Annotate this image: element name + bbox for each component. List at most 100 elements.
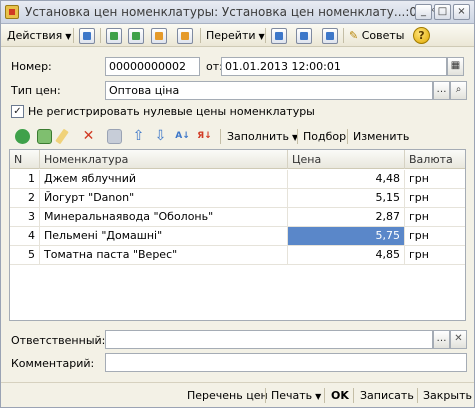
actions-menu[interactable]: Действия ▼ (7, 27, 71, 44)
goto-menu[interactable]: Перейти ▼ (206, 27, 265, 44)
column-header-item[interactable]: Номенклатура (40, 150, 288, 169)
responsible-label: Ответственный: (11, 334, 106, 347)
comment-field[interactable] (105, 353, 467, 372)
select-ellipsis-button[interactable]: … (433, 81, 450, 100)
currency-cell[interactable]: грн (405, 170, 465, 188)
table-row[interactable]: 1 Джем яблучний 4,48 грн (10, 170, 465, 189)
print-menu[interactable]: Печать ▼ (271, 387, 321, 404)
move-up-icon[interactable]: ⇧ (131, 129, 146, 144)
chevron-down-icon: ▼ (258, 32, 265, 41)
price-cell-active[interactable]: 5,75 (288, 227, 405, 245)
structure-icon[interactable] (271, 28, 287, 44)
row-number: 4 (10, 227, 40, 245)
item-cell[interactable]: Пельмені "Домашні" (40, 227, 288, 245)
item-cell[interactable]: Йогурт "Danon" (40, 189, 288, 207)
table-row[interactable]: 2 Йогурт "Danon" 5,15 грн (10, 189, 465, 208)
list-icon[interactable] (322, 28, 338, 44)
sort-ascending-icon[interactable]: A↓ (175, 129, 190, 144)
main-toolbar: Действия ▼ Перейти ▼ ✎ Советы ? (1, 24, 474, 47)
base-document-icon[interactable] (177, 28, 193, 44)
price-cell[interactable]: 4,85 (288, 246, 405, 264)
row-number: 5 (10, 246, 40, 264)
select-button[interactable]: Подбор (303, 129, 346, 144)
title-bar: Установка цен номенклатуры: Установка це… (1, 1, 474, 24)
fill-menu[interactable]: Заполнить ▼ (227, 129, 298, 144)
column-header-currency[interactable]: Валюта (405, 150, 465, 169)
end-edit-icon[interactable] (107, 129, 122, 144)
advice-button[interactable]: ✎ Советы (349, 27, 404, 44)
row-number: 2 (10, 189, 40, 207)
document-window: Установка цен номенклатуры: Установка це… (0, 0, 475, 408)
no-register-checkbox[interactable]: ✓ (11, 105, 24, 118)
close-window-button[interactable]: × (453, 4, 470, 20)
chevron-down-icon: ▼ (65, 32, 72, 41)
calendar-icon[interactable]: ▦ (447, 57, 464, 76)
responsible-field[interactable] (105, 330, 433, 349)
bottom-separator (353, 388, 354, 403)
window-title: Установка цен номенклатуры: Установка це… (25, 5, 435, 19)
currency-cell[interactable]: грн (405, 208, 465, 226)
fill-label: Заполнить (227, 130, 289, 143)
advice-icon: ✎ (349, 29, 359, 42)
currency-cell[interactable]: грн (405, 246, 465, 264)
table-row[interactable]: 5 Томатна паста "Верес" 4,85 грн (10, 246, 465, 265)
table-header: N Номенклатура Цена Валюта (10, 150, 465, 169)
maximize-button[interactable]: □ (434, 4, 451, 20)
currency-cell[interactable]: грн (405, 227, 465, 245)
price-type-label: Тип цен: (11, 84, 61, 97)
currency-cell[interactable]: грн (405, 189, 465, 207)
prices-table[interactable]: N Номенклатура Цена Валюта 1 Джем яблучн… (9, 149, 466, 321)
table-row[interactable]: 3 Минеральнаявода "Оболонь" 2,87 грн (10, 208, 465, 227)
refresh-icon[interactable] (106, 28, 122, 44)
clear-icon[interactable]: ✕ (450, 330, 467, 349)
bottom-separator (324, 388, 325, 403)
delete-row-icon[interactable]: ✕ (81, 129, 96, 144)
table-row-selected[interactable]: 4 Пельмені "Домашні" 5,75 грн (10, 227, 465, 246)
row-number: 1 (10, 170, 40, 188)
report-icon[interactable] (296, 28, 312, 44)
column-header-price[interactable]: Цена (288, 150, 405, 169)
toolbar-separator (100, 28, 101, 43)
goto-label: Перейти (206, 29, 256, 42)
table-toolbar-separator (220, 129, 221, 144)
move-down-icon[interactable]: ⇩ (153, 129, 168, 144)
price-cell[interactable]: 2,87 (288, 208, 405, 226)
help-icon[interactable]: ? (413, 27, 430, 44)
close-button[interactable]: Закрыть (423, 387, 472, 404)
date-field[interactable]: 01.01.2013 12:00:01 (221, 57, 447, 76)
save-button[interactable]: Записать (360, 387, 414, 404)
number-field[interactable]: 00000000002 (105, 57, 200, 76)
responsible-select-button[interactable]: … (433, 330, 450, 349)
column-header-n[interactable]: N (10, 150, 40, 169)
item-cell[interactable]: Джем яблучний (40, 170, 288, 188)
copy-document-icon[interactable] (128, 28, 144, 44)
open-search-icon[interactable]: ⌕ (450, 81, 467, 100)
bottom-bar: Перечень цен Печать ▼ OK Записать Закрыть (1, 382, 474, 407)
price-cell[interactable]: 4,48 (288, 170, 405, 188)
copy-row-icon[interactable] (37, 129, 52, 144)
no-register-label: Не регистрировать нулевые цены номенклат… (28, 105, 315, 118)
edit-row-icon[interactable] (55, 128, 69, 145)
print-label: Печать (271, 389, 313, 402)
document-icon (5, 5, 19, 19)
ok-button[interactable]: OK (331, 387, 349, 404)
toolbar-separator (200, 28, 201, 43)
change-button[interactable]: Изменить (353, 129, 409, 144)
bottom-separator (265, 388, 266, 403)
new-document-icon[interactable] (151, 28, 167, 44)
toolbar-separator (73, 28, 74, 43)
item-cell[interactable]: Томатна паста "Верес" (40, 246, 288, 264)
post-document-icon[interactable] (79, 28, 95, 44)
toolbar-separator (265, 28, 266, 43)
price-type-field[interactable]: Оптова ціна (105, 81, 433, 100)
row-number: 3 (10, 208, 40, 226)
advice-label: Советы (361, 29, 405, 42)
toolbar-separator (343, 28, 344, 43)
price-list-button[interactable]: Перечень цен (187, 387, 268, 404)
item-cell[interactable]: Минеральнаявода "Оболонь" (40, 208, 288, 226)
add-row-icon[interactable] (15, 129, 30, 144)
sort-descending-icon[interactable]: Я↓ (197, 129, 212, 144)
bottom-separator (417, 388, 418, 403)
price-cell[interactable]: 5,15 (288, 189, 405, 207)
minimize-button[interactable]: _ (415, 4, 432, 20)
